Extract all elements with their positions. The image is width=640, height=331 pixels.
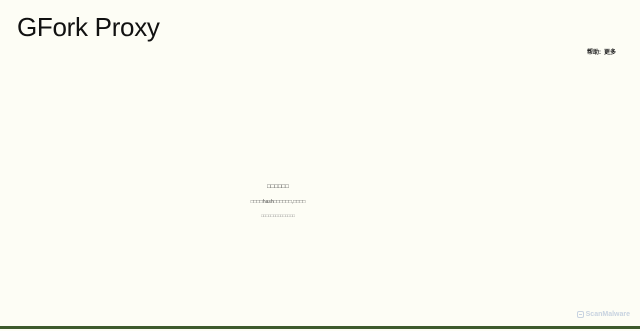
message-heading: □□□□□□: [267, 184, 289, 190]
more-link[interactable]: 更多: [604, 50, 616, 56]
help-label: 帮助:: [586, 50, 601, 56]
message-note: □□□□□□□□□□□□□□: [261, 213, 295, 218]
bottom-bar: [0, 326, 640, 329]
scan-icon: [576, 311, 584, 318]
watermark-text: ScanMalware: [585, 311, 630, 318]
page-title: GFork Proxy: [17, 12, 160, 42]
top-nav: 帮助: 更多: [587, 47, 616, 56]
message-line: □□□□hash□□□□□□,□□□□: [250, 199, 306, 205]
watermark: ScanMalware: [576, 311, 630, 318]
